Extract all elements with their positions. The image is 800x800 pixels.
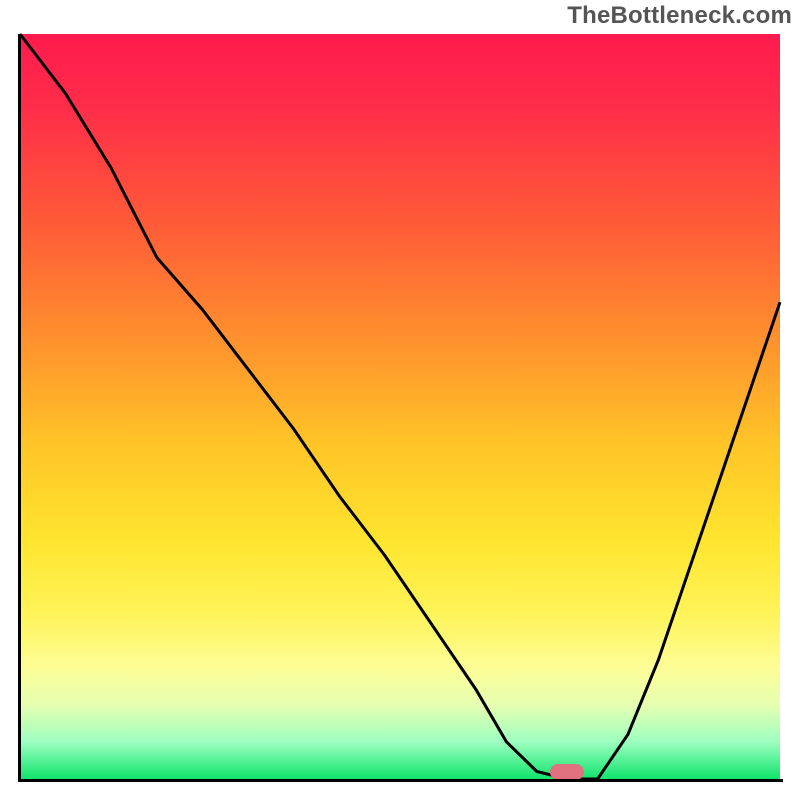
x-axis — [18, 779, 783, 782]
curve-path — [20, 34, 780, 779]
plot-area — [20, 34, 780, 779]
bottleneck-chart: TheBottleneck.com — [0, 0, 800, 800]
optimal-point-marker — [550, 764, 584, 780]
y-axis — [18, 34, 21, 779]
watermark-text: TheBottleneck.com — [567, 2, 792, 30]
bottleneck-curve — [20, 34, 780, 779]
